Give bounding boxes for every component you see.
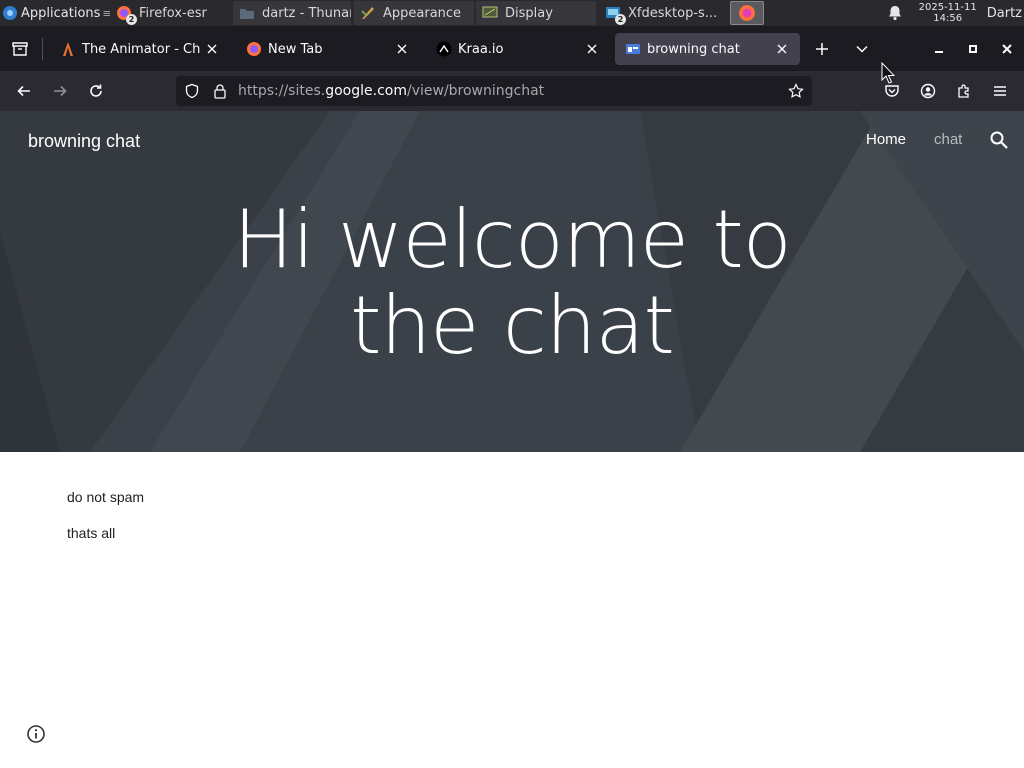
applications-label: Applications [21,5,101,21]
panel-tray: 2025-11-11 14:56 Dartz [887,0,1024,26]
maximize-window-button[interactable] [962,38,984,60]
bookmark-star-icon[interactable] [788,83,804,99]
panel-clock[interactable]: 2025-11-11 14:56 [919,2,977,24]
taskbar-item-thunar[interactable]: dartz - Thunar [233,1,351,25]
tab-browning-chat[interactable]: browning chat [615,33,800,65]
tab-animator[interactable]: The Animator - Chr [50,33,230,65]
back-button[interactable] [12,79,36,103]
forward-arrow-icon [54,85,67,97]
reload-button[interactable] [84,79,108,103]
xfdesktop-icon: 2 [605,5,626,25]
close-tab-icon[interactable] [584,41,600,57]
kraa-favicon-icon [436,41,452,57]
chevron-down-icon [856,45,868,53]
taskbar-item-firefox[interactable]: 2 Firefox-esr [110,1,230,25]
close-tab-icon[interactable] [774,41,790,57]
hero-heading: Hi welcome to the chat [0,197,1024,369]
hero-heading-line-2: the chat [350,279,675,372]
app-menu-button[interactable] [988,79,1012,103]
clock-date: 2025-11-11 [918,2,977,13]
taskbar-item-label: Firefox-esr [139,5,207,21]
close-tab-icon[interactable] [204,41,220,57]
window-count-badge: 2 [126,14,137,25]
firefox-view-icon [12,42,28,56]
tab-label: Kraa.io [458,41,504,57]
page-content: browning chat Home chat Hi welcome to th… [0,111,1024,768]
account-icon [920,83,936,99]
user-menu[interactable]: Dartz [987,6,1024,21]
tab-label: The Animator - Chr [82,41,200,57]
minimize-window-button[interactable] [928,38,950,60]
google-sites-favicon-icon [626,44,640,54]
maximize-icon [969,45,977,53]
taskbar-item-xfdesktop[interactable]: 2 Xfdesktop-s... [599,1,723,25]
lock-icon[interactable] [212,83,228,99]
nav-link-chat[interactable]: chat [934,131,962,148]
clock-time: 14:56 [933,13,963,24]
body-paragraph: do not spam [67,489,145,505]
animator-favicon-icon [63,42,73,56]
tab-strip: The Animator - Chr New Tab Kraa.io brown… [0,26,1024,71]
close-icon [1002,44,1012,54]
mouse-cursor-icon [881,62,895,84]
minimize-icon [935,51,943,53]
extensions-button[interactable] [952,79,976,103]
site-title[interactable]: browning chat [28,131,140,152]
url-path: /view/browningchat [406,83,545,99]
display-icon [482,5,498,21]
taskbar-item-label: dartz - Thunar [262,5,351,21]
firefox-icon: 2 [116,5,137,25]
tab-label: New Tab [268,41,323,57]
url-prefix: https://sites. [238,83,326,99]
nav-link-home[interactable]: Home [866,131,906,148]
taskbar-item-label: Display [505,5,553,21]
firefox-icon [739,5,755,21]
close-window-button[interactable] [996,38,1018,60]
window-count-badge: 2 [615,14,626,25]
hamburger-menu-icon [994,86,1006,96]
applications-menu-icon: ≡ [102,6,110,20]
tracking-protection-shield-icon[interactable] [184,83,200,99]
taskbar-item-label: Xfdesktop-s... [628,5,718,21]
taskbar-item-display[interactable]: Display [476,1,596,25]
hero-banner: browning chat Home chat Hi welcome to th… [0,111,1024,452]
body-paragraph: thats all [67,525,116,541]
taskbar-item-firefox-active[interactable] [730,1,764,25]
desktop-panel: Applications ≡ 2 Firefox-esr dartz - Thu… [0,0,1024,26]
appearance-icon [360,5,376,21]
tab-divider [42,38,43,60]
firefox-view-button[interactable] [9,38,31,60]
navigation-toolbar: https://sites.google.com/view/browningch… [0,71,1024,111]
tab-kraa[interactable]: Kraa.io [426,33,610,65]
forward-button[interactable] [48,79,72,103]
url-text: https://sites.google.com/view/browningch… [238,83,544,99]
folder-icon [239,5,255,21]
applications-menu[interactable]: Applications ≡ [0,0,110,26]
tab-new-tab[interactable]: New Tab [236,33,420,65]
search-icon[interactable] [989,130,1009,150]
hero-heading-line-1: Hi welcome to [233,193,792,286]
account-button[interactable] [916,79,940,103]
close-tab-icon[interactable] [394,41,410,57]
new-tab-button[interactable] [811,38,833,60]
tab-label: browning chat [647,41,740,57]
back-arrow-icon [17,85,30,97]
xfce-logo-icon [3,6,17,20]
info-icon[interactable] [26,724,46,744]
puzzle-piece-icon [958,84,969,98]
list-all-tabs-button[interactable] [851,38,873,60]
pocket-icon [885,85,899,97]
firefox-favicon-icon [247,42,261,56]
url-host: google.com [325,83,407,99]
plus-icon [816,43,828,55]
notification-bell-icon[interactable] [887,5,903,21]
address-bar[interactable]: https://sites.google.com/view/browningch… [176,76,812,106]
taskbar-item-label: Appearance [383,5,462,21]
reload-icon [90,84,102,97]
taskbar-item-appearance[interactable]: Appearance [354,1,474,25]
